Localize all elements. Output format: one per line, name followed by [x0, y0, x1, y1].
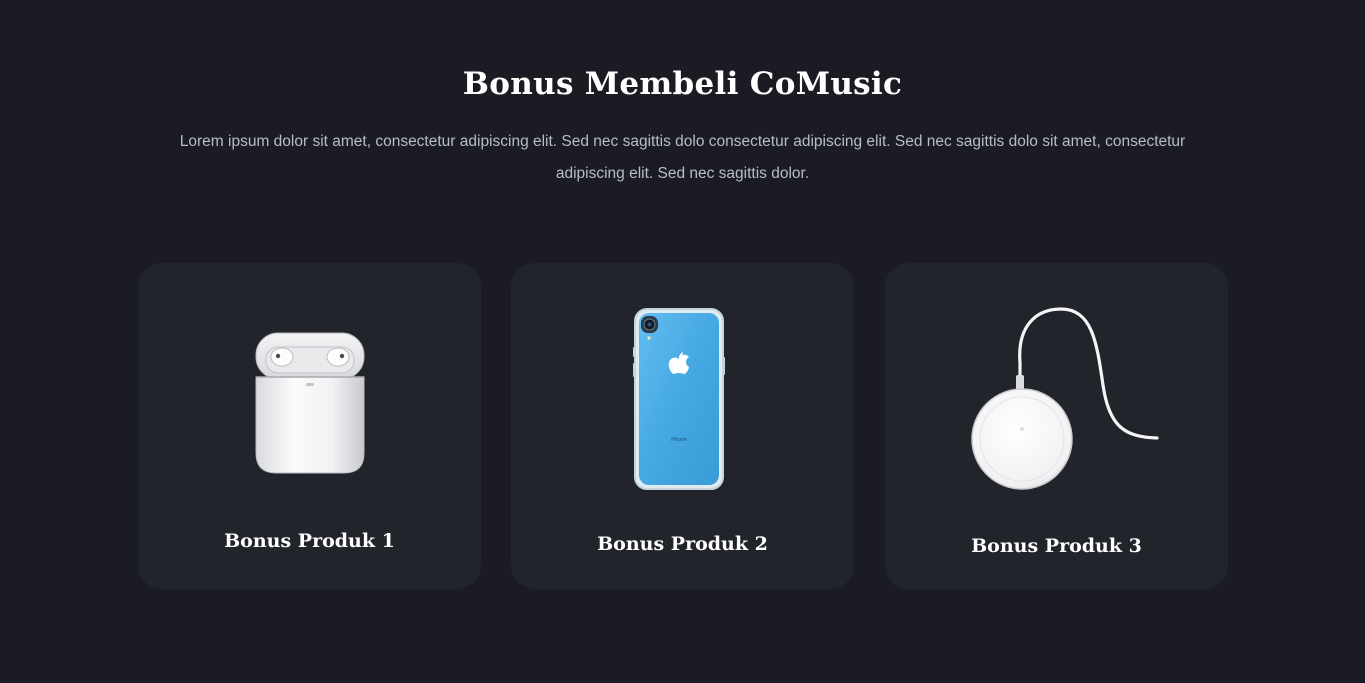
section-title: Bonus Membeli CoMusic — [462, 66, 903, 102]
phone-case-icon: iPhone — [633, 308, 725, 490]
bonus-card-1: Bonus Produk 1 — [138, 263, 481, 589]
wireless-charger-icon — [971, 307, 1159, 490]
bonus-card-2: iPhone Bonus Produk 2 — [511, 263, 854, 589]
card-title: Bonus Produk 3 — [971, 535, 1142, 557]
card-title: Bonus Produk 2 — [597, 533, 768, 555]
bonus-card-3: Bonus Produk 3 — [885, 263, 1228, 589]
bonus-section: Bonus Membeli CoMusic Lorem ipsum dolor … — [0, 0, 1365, 683]
earbuds-case-icon — [255, 332, 365, 474]
card-title: Bonus Produk 1 — [224, 530, 395, 552]
phone-label: iPhone — [671, 437, 687, 443]
section-description: Lorem ipsum dolor sit amet, consectetur … — [179, 133, 1186, 182]
